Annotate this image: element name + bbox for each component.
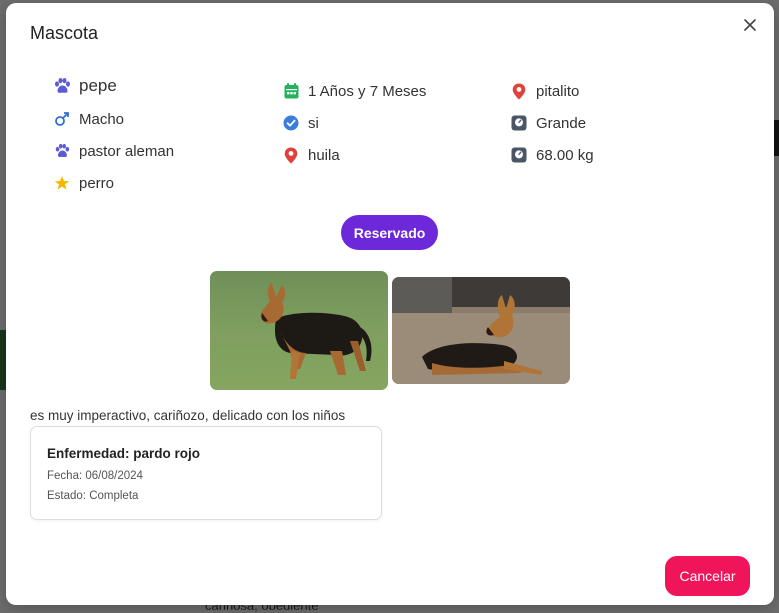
pet-age-row: 1 Años y 7 Meses: [282, 82, 426, 100]
pet-size-row: Grande: [510, 114, 586, 132]
pet-name: pepe: [79, 76, 117, 95]
male-icon: [53, 110, 71, 128]
modal-title: Mascota: [30, 23, 99, 43]
pet-city: pitalito: [536, 82, 580, 100]
pet-breed: pastor aleman: [79, 142, 175, 160]
pet-city-row: pitalito: [510, 82, 579, 100]
pet-photo-lying[interactable]: [392, 277, 570, 384]
location-pin-icon: [510, 82, 528, 100]
status-badge[interactable]: Reservado: [341, 215, 438, 250]
star-icon: [53, 174, 71, 192]
pet-department: huila: [308, 146, 340, 164]
disease-date: Fecha: 06/08/2024: [47, 470, 143, 482]
disease-status: Estado: Completa: [47, 490, 139, 502]
pet-description: es muy imperactivo, cariñozo, delicado c…: [30, 408, 346, 423]
pet-weight: 68.00 kg: [536, 146, 594, 164]
pet-modal: Mascota pepe Macho pastor aleman perro 1…: [6, 3, 774, 605]
pet-species: perro: [79, 174, 115, 192]
pet-species-row: perro: [53, 174, 114, 192]
pet-vaccinated: si: [308, 114, 319, 132]
pet-department-row: huila: [282, 146, 340, 164]
close-button[interactable]: [740, 15, 760, 35]
check-circle-icon: [282, 114, 300, 132]
paw-icon: [53, 77, 71, 95]
disease-card: Enfermedad: pardo rojo Fecha: 06/08/2024…: [30, 426, 382, 520]
pet-vaccinated-row: si: [282, 114, 319, 132]
pet-photo-standing[interactable]: [210, 271, 388, 390]
location-pin-icon: [282, 146, 300, 164]
pet-sex-row: Macho: [53, 110, 124, 128]
close-icon: [744, 19, 756, 31]
cancel-button[interactable]: Cancelar: [665, 556, 750, 596]
calendar-icon: [282, 82, 300, 100]
pet-sex: Macho: [79, 110, 125, 128]
pet-age: 1 Años y 7 Meses: [308, 82, 427, 100]
pet-size: Grande: [536, 114, 587, 132]
pet-weight-row: 68.00 kg: [510, 146, 594, 164]
scale-icon: [510, 146, 528, 164]
pet-breed-row: pastor aleman: [53, 142, 174, 160]
scale-icon: [510, 114, 528, 132]
pet-name-row: pepe: [53, 76, 117, 96]
disease-title: Enfermedad: pardo rojo: [47, 446, 201, 461]
paw-icon: [53, 142, 71, 160]
